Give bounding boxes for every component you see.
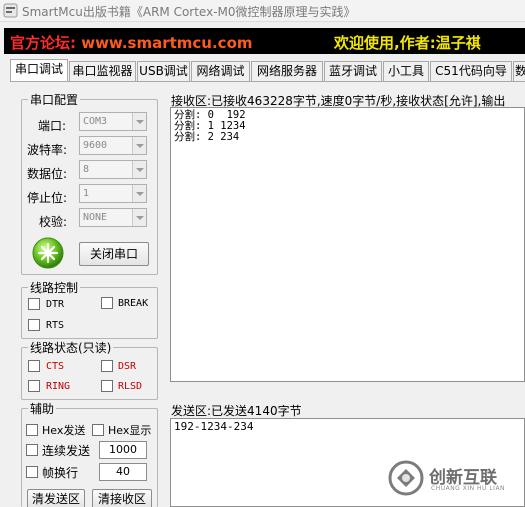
cts-label: CTS	[46, 361, 65, 372]
tab-bar: 串口调试 串口监视器 USB调试 网络调试 网络服务器 蓝牙调试 小工具 C51…	[10, 59, 525, 81]
line-control-title: 线路控制	[28, 279, 81, 296]
forum-url: www.smartmcu.com	[76, 34, 253, 52]
baud-label: 波特率:	[27, 143, 68, 157]
receive-textarea[interactable]: 分割: 0 192 分割: 1 1234 分割: 2 234	[170, 107, 525, 382]
stopbits-label: 停止位:	[27, 191, 68, 205]
ring-indicator	[28, 380, 40, 392]
clear-receive-button[interactable]: 清接收区	[92, 489, 152, 507]
aux-title: 辅助	[28, 400, 57, 417]
banner: 官方论坛: www.smartmcu.com 欢迎使用,作者:温子祺	[4, 28, 525, 54]
tab-network-server[interactable]: 网络服务器	[251, 61, 323, 81]
title-bar[interactable]: SmartMcu出版书籍《ARM Cortex-M0微控制器原理与实践》	[0, 0, 525, 22]
port-status-led-icon	[32, 237, 64, 269]
frame-wrap-label: 帧换行	[42, 466, 79, 480]
rts-checkbox[interactable]	[28, 319, 40, 331]
line-status-title: 线路状态(只读)	[28, 339, 114, 356]
frame-wrap-input[interactable]: 40	[99, 463, 147, 481]
watermark-subtext: CHUANG XIN HU LIAN	[431, 485, 506, 492]
close-port-button[interactable]: 关闭串口	[79, 242, 149, 266]
cts-indicator	[28, 360, 40, 372]
port-label: 端口:	[38, 119, 67, 133]
port-value: COM3	[83, 116, 108, 127]
window-title: SmartMcu出版书籍《ARM Cortex-M0微控制器原理与实践》	[22, 5, 356, 19]
rlsd-indicator	[101, 380, 113, 392]
forum-link[interactable]: 官方论坛: www.smartmcu.com	[10, 32, 253, 53]
frame-wrap-checkbox[interactable]	[26, 466, 38, 478]
chevron-down-icon[interactable]	[132, 137, 146, 154]
dtr-label: DTR	[46, 299, 65, 310]
port-select[interactable]: COM3	[79, 112, 147, 131]
chevron-down-icon[interactable]	[132, 161, 146, 178]
hex-show-checkbox[interactable]	[92, 424, 104, 436]
ring-label: RING	[46, 381, 71, 392]
chevron-down-icon[interactable]	[132, 113, 146, 130]
serial-config-title: 串口配置	[28, 91, 81, 108]
dsr-label: DSR	[118, 361, 137, 372]
baud-select[interactable]: 9600	[79, 136, 147, 155]
clear-send-button[interactable]: 清发送区	[27, 489, 85, 507]
stopbits-value: 1	[83, 188, 90, 199]
continuous-send-label: 连续发送	[42, 444, 91, 458]
tab-more[interactable]: 数	[513, 61, 525, 81]
chevron-down-icon[interactable]	[132, 185, 146, 202]
rts-label: RTS	[46, 320, 65, 331]
databits-select[interactable]: 8	[79, 160, 147, 179]
tab-serial-debug[interactable]: 串口调试	[10, 59, 68, 81]
tab-tools[interactable]: 小工具	[383, 61, 429, 81]
rlsd-label: RLSD	[118, 381, 143, 392]
watermark-logo: 创新互联 CHUANG XIN HU LIAN	[377, 455, 525, 503]
line-status-group: 线路状态(只读)	[21, 339, 158, 400]
hex-send-label: Hex发送	[42, 424, 86, 437]
send-status: 发送区:已发送4140字节	[171, 404, 302, 418]
chevron-down-icon[interactable]	[132, 209, 146, 226]
databits-value: 8	[83, 164, 90, 175]
dtr-checkbox[interactable]	[28, 298, 40, 310]
hex-send-checkbox[interactable]	[26, 424, 38, 436]
logo-icon	[388, 460, 424, 496]
tab-serial-monitor[interactable]: 串口监视器	[69, 61, 136, 81]
tab-bluetooth-debug[interactable]: 蓝牙调试	[324, 61, 382, 81]
app-icon	[3, 3, 18, 18]
dsr-indicator	[101, 360, 113, 372]
parity-select[interactable]: NONE	[79, 208, 147, 227]
forum-label: 官方论坛:	[10, 34, 76, 52]
baud-value: 9600	[83, 140, 108, 151]
tab-usb-debug[interactable]: USB调试	[137, 61, 190, 81]
send-content: 192-1234-234	[174, 420, 254, 433]
tab-divider	[10, 81, 525, 82]
parity-value: NONE	[83, 212, 108, 223]
databits-label: 数据位:	[27, 167, 68, 181]
line-control-group: 线路控制	[21, 279, 158, 339]
break-checkbox[interactable]	[101, 297, 113, 309]
continuous-send-checkbox[interactable]	[26, 444, 38, 456]
stopbits-select[interactable]: 1	[79, 184, 147, 203]
receive-line: 分割: 2 234	[174, 131, 240, 143]
tab-c51-wizard[interactable]: C51代码向导	[430, 61, 512, 81]
parity-label: 校验:	[39, 215, 68, 229]
hex-show-label: Hex显示	[108, 424, 152, 437]
continuous-interval-input[interactable]: 1000	[99, 441, 147, 459]
tab-network-debug[interactable]: 网络调试	[191, 61, 250, 81]
break-label: BREAK	[118, 298, 149, 309]
welcome-text: 欢迎使用,作者:温子祺	[334, 34, 481, 52]
